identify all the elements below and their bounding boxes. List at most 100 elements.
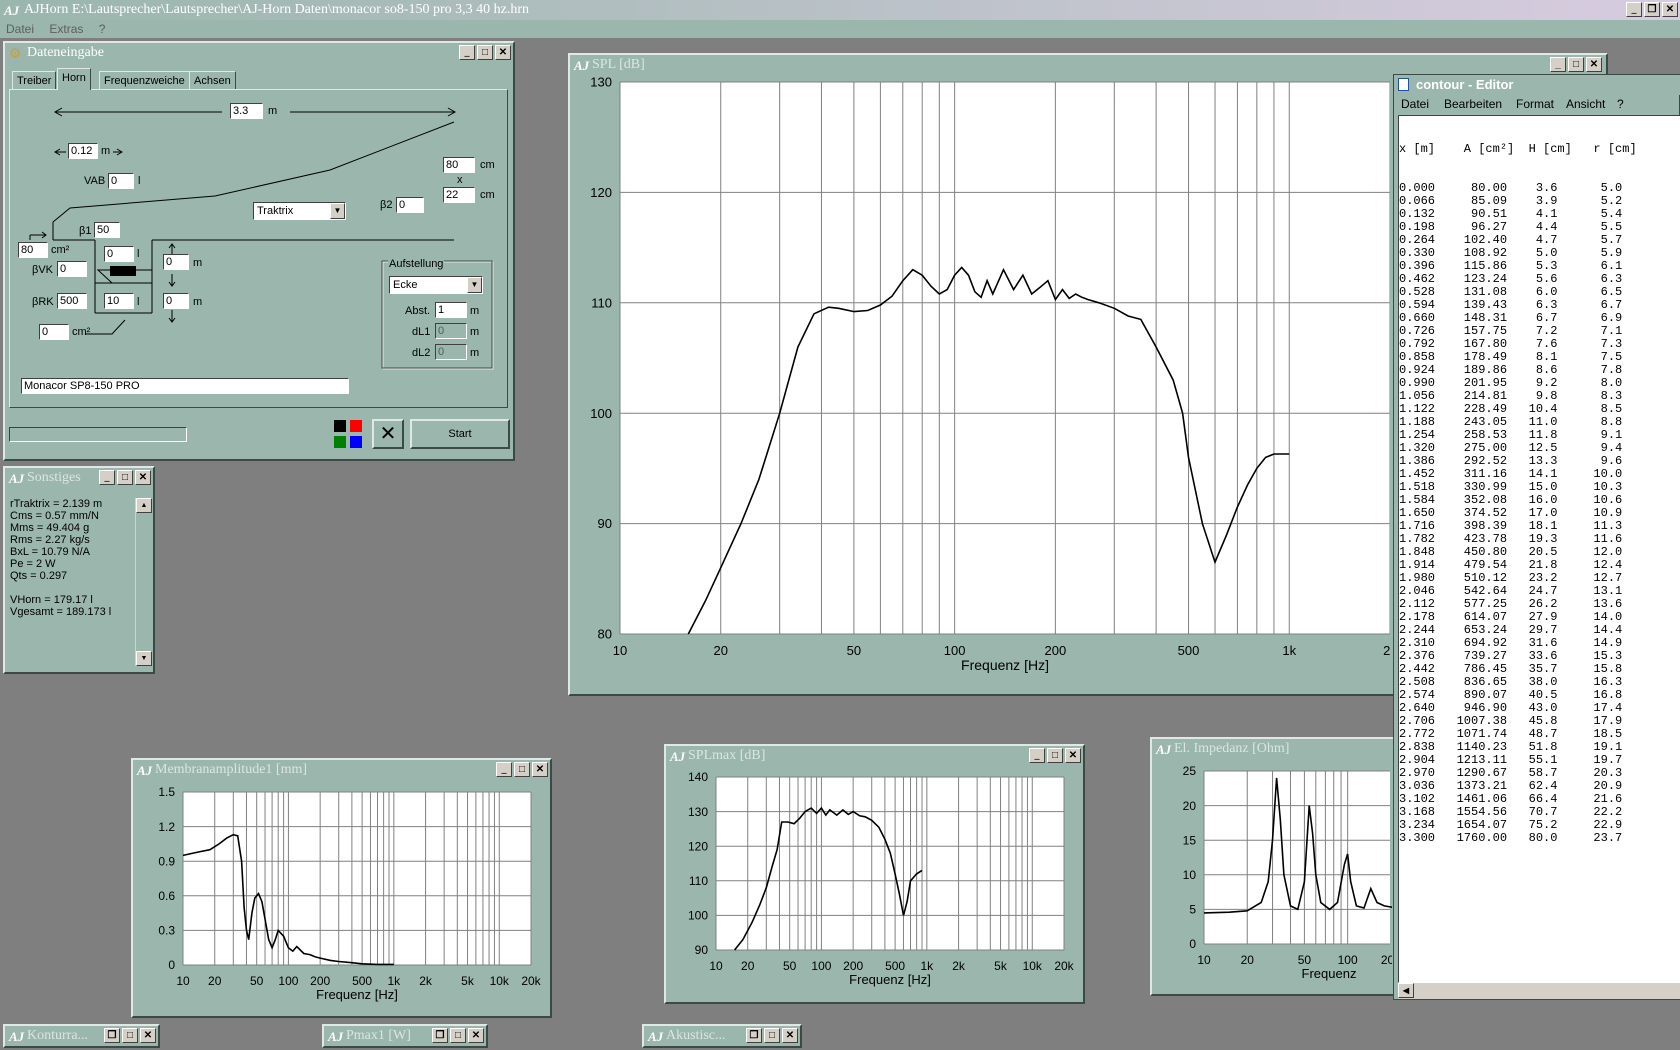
y-tick-label: 1.5 <box>158 785 175 799</box>
maximize-button[interactable]: □ <box>514 762 530 777</box>
editor-menu-bearbeiten[interactable]: Bearbeiten <box>1444 95 1502 113</box>
x-tick-label: 20k <box>1054 959 1074 973</box>
editor-menu-datei[interactable]: Datei <box>1401 95 1429 113</box>
spl-chart: 80 90 100 110 120 130 10 20 50 100 200 500 1k 2k Frequ… <box>590 75 1390 673</box>
close-button[interactable]: ✕ <box>782 1028 798 1043</box>
scroll-down-icon[interactable]: ▼ <box>136 651 152 666</box>
restore-button[interactable]: ❐ <box>432 1028 448 1043</box>
restore-button[interactable]: ❐ <box>1644 2 1660 17</box>
bvk-field[interactable]: 0 <box>57 261 87 277</box>
close-button[interactable]: ✕ <box>140 1028 156 1043</box>
distance-field[interactable]: 1 <box>435 302 467 318</box>
minimized-pmax-window[interactable]: AJ Pmax1 [W] ❐ □ ✕ <box>322 1024 488 1048</box>
start-button[interactable]: Start <box>410 419 510 449</box>
color-swatch-green[interactable] <box>334 436 346 448</box>
offset-field[interactable]: 0.12 <box>68 143 98 159</box>
maximize-button[interactable]: □ <box>117 470 133 485</box>
scrollbar[interactable]: ▲ ▼ <box>135 498 152 666</box>
x-tick-label: 100 <box>811 959 831 973</box>
color-swatch-black[interactable] <box>334 420 346 432</box>
impedanz-title-bar[interactable]: AJ El. Impedanz [Ohm] <box>1152 739 1408 759</box>
maximize-button[interactable]: □ <box>764 1028 780 1043</box>
minimized-title: Akustisc... <box>666 1028 726 1043</box>
membran-title-bar[interactable]: AJ Membranamplitude1 [mm] _ □ ✕ <box>133 760 550 780</box>
x-axis-label: Frequenz [Hz] <box>849 972 931 987</box>
y-tick-label: 20 <box>1183 799 1197 813</box>
horn-length-field[interactable]: 3.3 <box>230 103 263 119</box>
minimize-button[interactable]: _ <box>496 762 512 777</box>
rear-depth-field[interactable]: 0 <box>163 293 189 309</box>
restore-button[interactable]: ❐ <box>746 1028 762 1043</box>
y-tick-label: 130 <box>590 75 612 90</box>
dl2-label: dL2 <box>412 347 431 359</box>
beta1-field[interactable]: 50 <box>94 222 120 238</box>
maximize-button[interactable]: □ <box>122 1028 138 1043</box>
editor-menu-help[interactable]: ? <box>1617 95 1624 113</box>
editor-title-bar[interactable]: contour - Editor <box>1394 75 1680 95</box>
minimize-button[interactable]: _ <box>99 470 115 485</box>
cancel-button[interactable]: ✕ <box>372 419 404 449</box>
minimize-button[interactable]: _ <box>1626 2 1642 17</box>
vab-field[interactable]: 0 <box>108 173 134 189</box>
dl1-field: 0 <box>435 323 467 339</box>
y-tick-label: 130 <box>688 805 708 819</box>
editor-menu-format[interactable]: Format <box>1516 95 1554 113</box>
color-swatch-blue[interactable] <box>350 436 362 448</box>
rear-volume-field[interactable]: 10 <box>104 293 134 309</box>
minimized-konturra-window[interactable]: AJ Konturra... ❐ □ ✕ <box>3 1024 160 1048</box>
mouth-height-field[interactable]: 22 <box>443 187 475 203</box>
result-line <box>10 582 111 594</box>
minimize-button[interactable]: _ <box>1550 57 1566 72</box>
spl-title-bar[interactable]: AJ SPL [dB] <box>570 55 1606 75</box>
editor-menu-ansicht[interactable]: Ansicht <box>1566 95 1605 113</box>
port-area-field[interactable]: 0 <box>39 324 69 340</box>
result-line: Pe = 2 W <box>10 558 56 570</box>
maximize-button[interactable]: □ <box>1568 57 1584 72</box>
throat-area-field[interactable]: 80 <box>18 242 48 258</box>
editor-header: x [m] A [cm²] H [cm] r [cm] <box>1399 142 1637 156</box>
aj-logo-icon: AJ <box>574 58 590 73</box>
brk-field[interactable]: 500 <box>57 293 87 309</box>
front-depth-field[interactable]: 0 <box>163 254 189 270</box>
close-button[interactable]: ✕ <box>135 470 151 485</box>
dl2-field: 0 <box>435 344 467 360</box>
cross-icon: ✕ <box>379 423 397 445</box>
y-tick-label: 25 <box>1183 764 1197 778</box>
close-button[interactable]: ✕ <box>1586 57 1602 72</box>
plot-area <box>1204 771 1390 944</box>
maximize-button[interactable]: □ <box>450 1028 466 1043</box>
sonstiges-title-bar[interactable]: AJ Sonstiges _ □ ✕ <box>5 468 153 488</box>
x-tick-label: 20 <box>714 643 728 658</box>
close-button[interactable]: ✕ <box>532 762 548 777</box>
chamber-volume-field[interactable]: 0 <box>104 246 134 262</box>
scroll-up-icon[interactable]: ▲ <box>136 498 152 513</box>
close-button[interactable]: ✕ <box>1065 748 1081 763</box>
mouth-width-field[interactable]: 80 <box>443 157 475 173</box>
offset-unit: m <box>101 145 111 157</box>
minimize-button[interactable]: _ <box>1029 748 1045 763</box>
color-swatch-red[interactable] <box>350 420 362 432</box>
placement-select[interactable]: Ecke ▼ <box>389 276 483 294</box>
scroll-left-icon[interactable]: ◀ <box>1398 983 1414 998</box>
chevron-down-icon[interactable]: ▼ <box>467 277 482 293</box>
horizontal-scrollbar[interactable]: ◀ <box>1398 983 1680 999</box>
splmax-title-bar[interactable]: AJ SPLmax [dB] _ □ ✕ <box>666 746 1083 766</box>
x-tick-label: 20 <box>208 974 222 988</box>
close-button[interactable]: ✕ <box>468 1028 484 1043</box>
x-tick-label: 1k <box>387 974 401 988</box>
tab-horn[interactable]: Horn <box>57 68 91 90</box>
port-area-unit: cm² <box>72 326 91 338</box>
x-tick-label: 10 <box>176 974 190 988</box>
chevron-down-icon[interactable]: ▼ <box>330 203 345 219</box>
beta2-label: β2 <box>380 199 393 211</box>
close-button[interactable]: ✕ <box>1662 2 1678 17</box>
beta2-field[interactable]: 0 <box>396 197 424 213</box>
minimized-akustisch-window[interactable]: AJ Akustisc... ❐ □ ✕ <box>642 1024 802 1048</box>
horn-type-select[interactable]: Traktrix ▼ <box>253 202 346 220</box>
sonstiges-window: AJ Sonstiges _ □ ✕ rTraktrix = 2.139 m Cms … <box>3 466 155 674</box>
aj-logo-icon: AJ <box>1156 742 1172 757</box>
restore-button[interactable]: ❐ <box>104 1028 120 1043</box>
driver-name-field[interactable]: Monacor SP8-150 PRO <box>21 378 349 394</box>
x-tick-label: 500 <box>1178 643 1200 658</box>
maximize-button[interactable]: □ <box>1047 748 1063 763</box>
